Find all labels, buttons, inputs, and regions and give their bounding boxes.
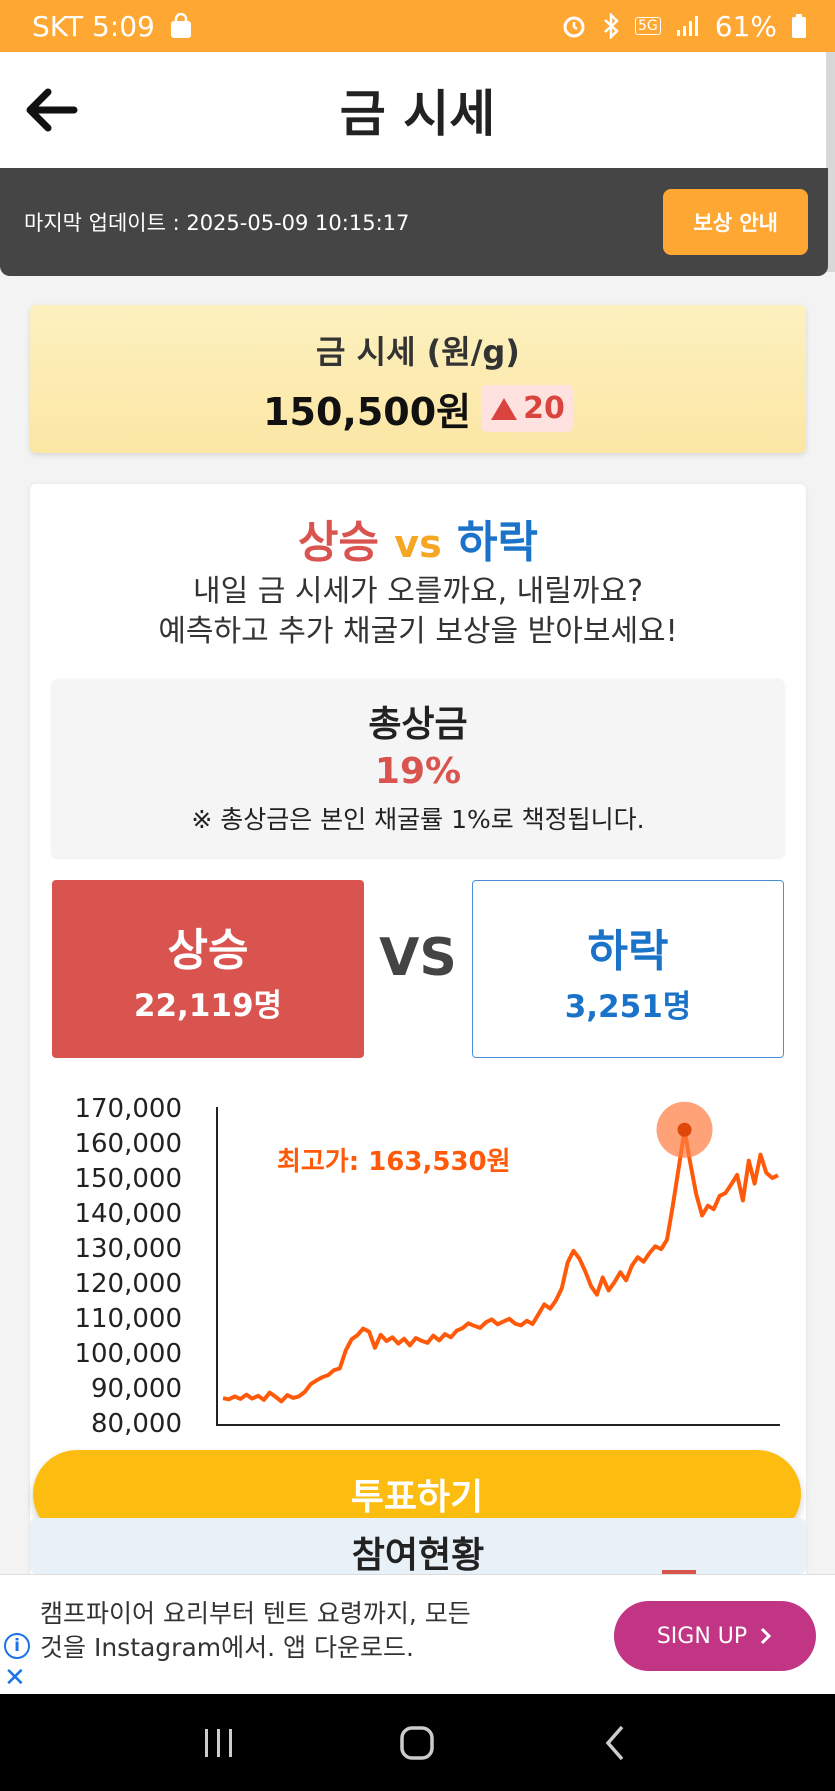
system-nav-bar [0,1694,835,1791]
y-tick-label: 80,000 [91,1409,182,1439]
vote-up-option[interactable]: 상승 22,119명 [52,880,364,1058]
ad-close-icon[interactable]: ✕ [4,1663,26,1693]
vote-title-down: 하락 [457,517,538,568]
signal-icon [676,16,698,36]
back-nav-icon[interactable] [596,1723,636,1763]
y-tick-label: 120,000 [74,1269,182,1299]
price-change-value: 20 [523,391,565,426]
chevron-right-icon [761,1627,772,1645]
prize-value: 19% [374,751,462,792]
ad-text: 캠프파이어 요리부터 텐트 요령까지, 모든 것을 Instagram에서. 앱… [40,1597,540,1665]
arrow-left-icon [26,88,78,132]
y-tick-label: 160,000 [74,1129,182,1159]
vote-title-up: 상승 [298,517,379,568]
price-label: 금 시세 (원/g) [316,333,520,371]
y-tick-label: 130,000 [74,1234,182,1264]
ad-text-line1: 캠프파이어 요리부터 텐트 요령까지, 모든 [40,1599,471,1628]
status-bar: SKT 5:09 5G 61% [0,0,835,52]
last-update-text: 마지막 업데이트 : 2025-05-09 10:15:17 [24,211,410,235]
prize-title: 총상금 [368,704,468,745]
ad-text-line2: 것을 Instagram에서. 앱 다운로드. [40,1633,414,1662]
vote-description: 내일 금 시세가 오를까요, 내릴까요? 예측하고 추가 채굴기 보상을 받아보… [30,572,806,652]
alarm-icon [563,16,585,38]
up-count: 22,119명 [133,988,283,1024]
y-tick-label: 90,000 [91,1374,182,1404]
battery-icon [792,14,806,38]
bluetooth-icon [604,13,619,39]
vote-title-vs: vs [394,522,442,566]
y-tick-label: 150,000 [74,1164,182,1194]
vote-card: 상승 vs 하락 내일 금 시세가 오를까요, 내릴까요? 예측하고 추가 채굴… [30,484,806,1604]
vote-desc-line2: 예측하고 추가 채굴기 보상을 받아보세요! [158,614,678,649]
page-title: 금 시세 [339,85,496,143]
y-tick-label: 140,000 [74,1199,182,1229]
vote-down-option[interactable]: 하락 3,251명 [472,880,784,1058]
battery-percent: 61% [714,9,777,43]
update-bar: 마지막 업데이트 : 2025-05-09 10:15:17 보상 안내 [0,168,828,276]
app-bar: 금 시세 [0,52,835,168]
peak-annotation: 최고가: 163,530원 [277,1147,511,1177]
participation-section: 참여현황 [30,1518,806,1576]
recent-apps-icon[interactable] [199,1725,239,1761]
vote-title: 상승 vs 하락 [30,506,806,570]
y-tick-label: 170,000 [74,1094,182,1124]
ad-signup-button[interactable]: SIGN UP [614,1601,816,1671]
gold-price-card: 금 시세 (원/g) 150,500원 20 [30,305,806,453]
ad-banner[interactable]: 캠프파이어 요리부터 텐트 요령까지, 모든 것을 Instagram에서. 앱… [0,1574,835,1694]
home-icon[interactable] [397,1723,437,1763]
shopping-bag-icon [170,13,191,38]
prize-box: 총상금 19% ※ 총상금은 본인 채굴률 1%로 책정됩니다. [52,679,784,857]
reward-info-button[interactable]: 보상 안내 [663,189,808,255]
peak-marker [677,1122,692,1137]
carrier-time: SKT 5:09 [32,9,155,43]
triangle-up-icon [491,397,518,420]
down-label: 하락 [587,926,669,977]
vote-desc-line1: 내일 금 시세가 오를까요, 내릴까요? [192,574,643,609]
down-count: 3,251명 [564,989,692,1025]
y-tick-label: 100,000 [74,1339,182,1369]
y-tick-label: 110,000 [74,1304,182,1334]
ad-signup-label: SIGN UP [656,1623,748,1649]
price-change-badge: 20 [481,385,573,432]
ad-info-icon[interactable]: i [4,1633,30,1659]
network-type: 5G [635,17,661,35]
back-button[interactable] [18,78,82,142]
vs-label: VS [379,928,457,988]
gold-price: 150,500원 [263,390,472,434]
prize-note: ※ 총상금은 본인 채굴률 1%로 책정됩니다. [191,805,645,834]
up-label: 상승 [167,925,249,976]
